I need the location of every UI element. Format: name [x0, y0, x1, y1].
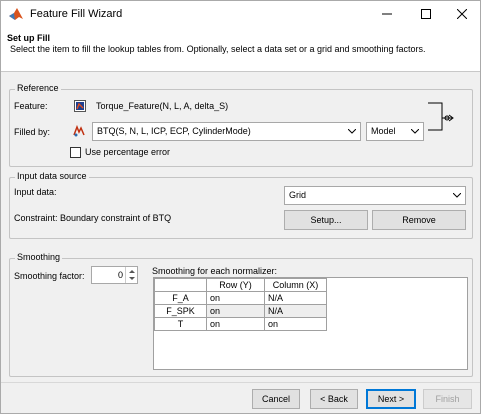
feature-fill-wizard-window: Feature Fill Wizard Set up Fill Select t…: [0, 0, 481, 414]
filled-by-dropdown[interactable]: BTQ(S, N, L, ICP, ECP, CylinderMode): [92, 122, 361, 141]
row-name-t: T: [154, 317, 207, 331]
row-y-cell[interactable]: on: [206, 317, 265, 331]
page-title: Set up Fill: [7, 33, 51, 43]
column-x-cell[interactable]: N/A: [264, 304, 327, 318]
table-row: F_A on N/A: [154, 291, 327, 305]
constraint-text: Constraint: Boundary constraint of BTQ: [14, 213, 172, 223]
normalizer-smoothing-label: Smoothing for each normalizer:: [152, 266, 278, 276]
percentage-error-checkbox[interactable]: [70, 147, 81, 158]
finish-button[interactable]: Finish: [423, 389, 472, 409]
filled-by-label: Filled by:: [14, 127, 51, 137]
column-x-header[interactable]: Column (X): [264, 278, 327, 292]
wizard-header: Set up Fill Select the item to fill the …: [1, 27, 480, 72]
smoothing-group-title: Smoothing: [15, 252, 63, 262]
fill-diagram-icon: [428, 102, 454, 131]
back-button[interactable]: < Back: [310, 389, 358, 409]
cancel-button[interactable]: Cancel: [252, 389, 300, 409]
table-row: T on on: [154, 317, 327, 331]
row-y-cell[interactable]: on: [206, 291, 265, 305]
table-row: F_SPK on N/A: [154, 304, 327, 318]
reference-group-title: Reference: [15, 83, 61, 93]
row-name-f-a: F_A: [154, 291, 207, 305]
feature-label: Feature:: [14, 101, 48, 111]
smoothing-factor-value: 0: [117, 270, 123, 280]
smoothing-factor-spinner[interactable]: 0: [91, 266, 138, 284]
source-type-value: Model: [371, 126, 396, 136]
model-icon: [73, 125, 85, 137]
page-description: Select the item to fill the lookup table…: [10, 44, 426, 54]
remove-button[interactable]: Remove: [372, 210, 466, 230]
minimize-icon: [382, 13, 392, 15]
input-data-dropdown[interactable]: Grid: [284, 186, 466, 205]
close-button[interactable]: [444, 1, 480, 27]
maximize-icon: [421, 9, 431, 19]
row-y-header[interactable]: Row (Y): [206, 278, 265, 292]
percentage-error-label: Use percentage error: [85, 147, 171, 157]
setup-button[interactable]: Setup...: [284, 210, 368, 230]
matlab-app-icon: [9, 8, 23, 20]
chevron-down-icon: [344, 123, 360, 140]
close-icon: [457, 9, 467, 19]
row-y-cell[interactable]: on: [206, 304, 265, 318]
filled-by-value: BTQ(S, N, L, ICP, ECP, CylinderMode): [97, 126, 251, 136]
chevron-down-icon: [449, 187, 465, 204]
column-x-cell[interactable]: N/A: [264, 291, 327, 305]
column-x-cell[interactable]: on: [264, 317, 327, 331]
footer-divider: [1, 382, 480, 383]
feature-value: Torque_Feature(N, L, A, delta_S): [96, 101, 229, 111]
title-bar: Feature Fill Wizard: [1, 1, 480, 27]
input-source-group-title: Input data source: [15, 171, 89, 181]
table-header-row: Row (Y) Column (X): [154, 278, 327, 292]
row-name-f-spk: F_SPK: [154, 304, 207, 318]
minimize-button[interactable]: [369, 1, 405, 27]
spinner-arrows-icon[interactable]: [125, 267, 137, 283]
table-corner-header: [154, 278, 207, 292]
input-data-label: Input data:: [14, 187, 57, 197]
next-button[interactable]: Next >: [366, 389, 416, 409]
window-title: Feature Fill Wizard: [30, 8, 123, 20]
maximize-button[interactable]: [408, 1, 444, 27]
source-type-dropdown[interactable]: Model: [366, 122, 424, 141]
smoothing-factor-label: Smoothing factor:: [14, 271, 85, 281]
feature-icon: [74, 100, 86, 112]
normalizer-smoothing-table: Row (Y) Column (X) F_A on N/A F_SPK on N…: [153, 277, 468, 370]
input-data-value: Grid: [289, 190, 307, 200]
chevron-down-icon: [407, 123, 423, 140]
